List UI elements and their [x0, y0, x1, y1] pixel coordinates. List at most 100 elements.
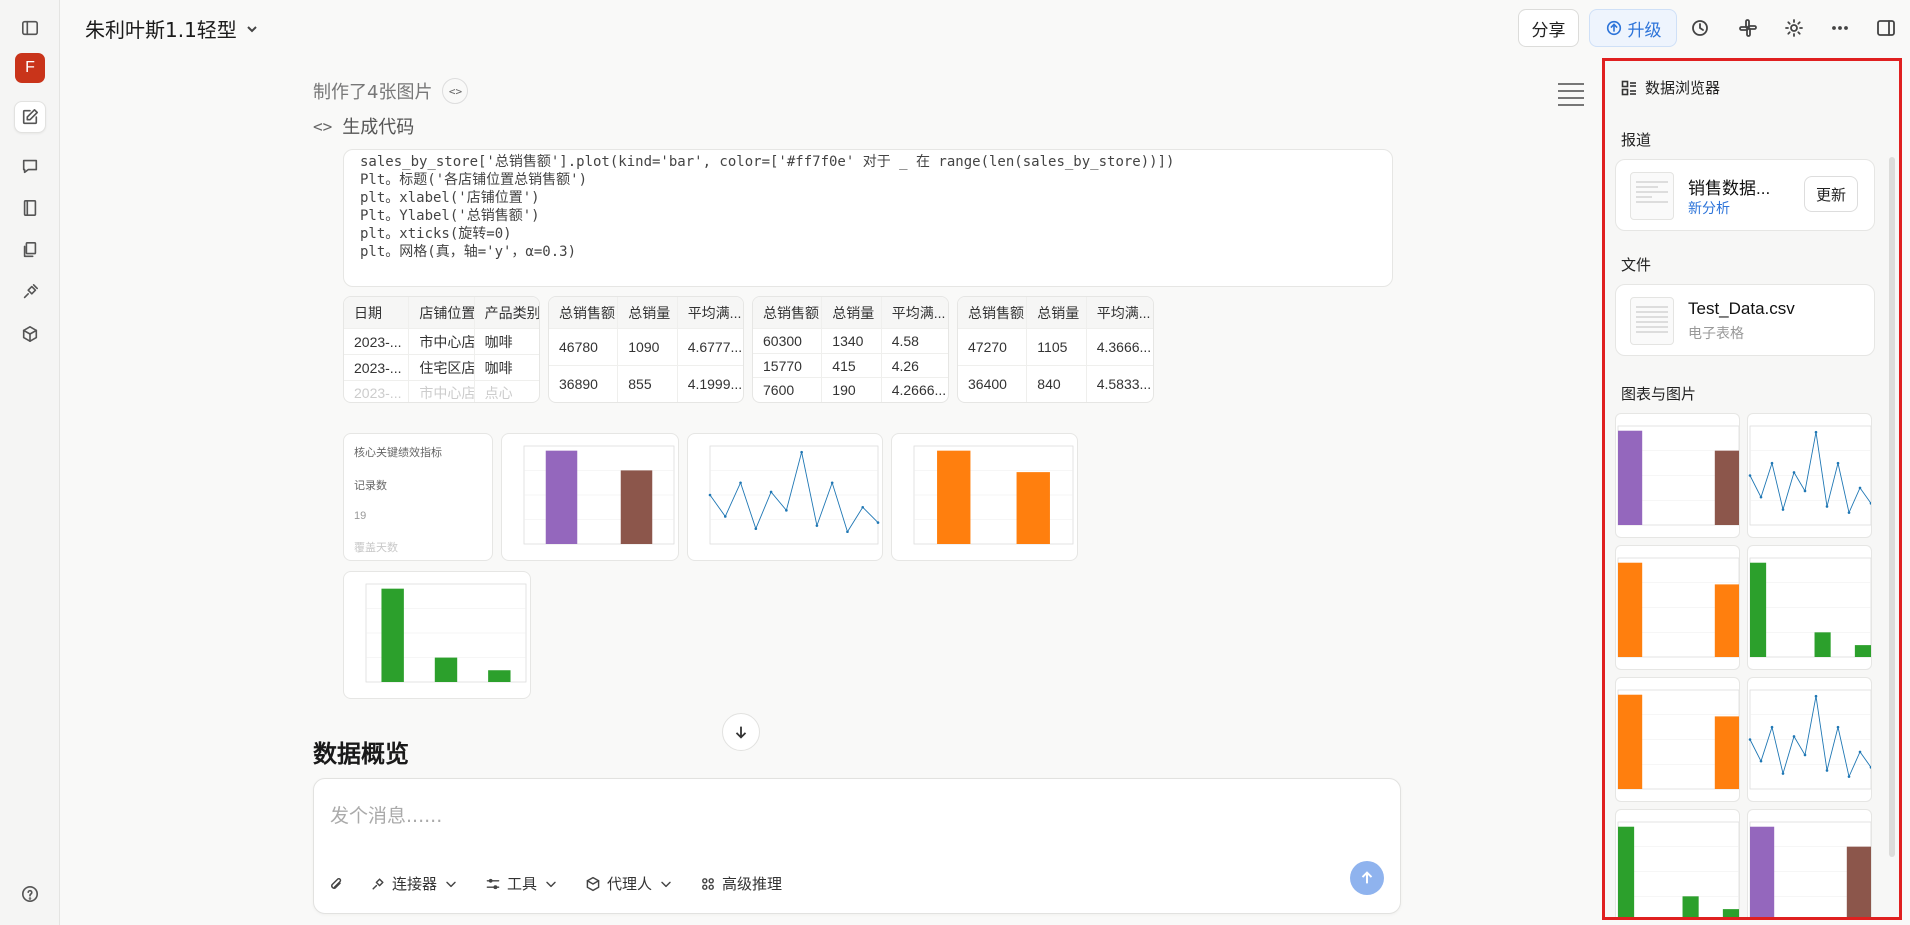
bar	[488, 670, 511, 682]
generate-code-row[interactable]: <> 生成代码	[313, 113, 414, 139]
new-chat-icon[interactable]	[14, 101, 46, 133]
scroll-to-bottom-button[interactable]	[722, 713, 760, 751]
chevron-down-icon	[247, 25, 257, 32]
help-icon[interactable]	[14, 878, 46, 910]
data-point	[1814, 430, 1818, 434]
advanced-reasoning-label: 高级推理	[722, 875, 783, 893]
attach-button[interactable]	[328, 876, 344, 892]
data-point	[1847, 775, 1851, 778]
chart-thumbnail[interactable]	[1747, 413, 1872, 538]
bar	[1750, 562, 1767, 657]
slack-icon[interactable]	[1734, 14, 1762, 42]
kpi-card[interactable]: 核心关键绩效指标 记录数 19 覆盖天数	[343, 433, 493, 561]
more-options-icon[interactable]	[1826, 14, 1854, 42]
table-cell: 1090	[618, 329, 678, 365]
data-table-preview[interactable]: 总销售额 总销量 平均满... 60300 1340 4.58 15770 41…	[752, 296, 949, 403]
table-cell: 190	[822, 378, 882, 402]
data-table-preview[interactable]: 日期 店铺位置 产品类别 2023-... 市中心店 咖啡 2023-... 住…	[343, 296, 540, 403]
table-cell: 2023-...	[344, 329, 410, 354]
charts-section-label: 图表与图片	[1621, 385, 1697, 403]
data-point	[1803, 753, 1807, 757]
toggle-right-panel-icon[interactable]	[1872, 14, 1900, 42]
images-made-row: 制作了4张图片 <>	[313, 78, 469, 104]
chart-thumbnail[interactable]	[1747, 545, 1872, 670]
generate-code-label: 生成代码	[342, 117, 415, 138]
data-point	[830, 481, 834, 485]
table-cell: 855	[618, 366, 678, 402]
table-cell: 7600	[753, 378, 823, 402]
advanced-reasoning-toggle[interactable]: 高级推理	[700, 873, 782, 894]
arrow-up-icon	[1361, 871, 1373, 884]
data-point	[1825, 769, 1829, 772]
chat-title-dropdown[interactable]: 朱利叶斯1.1轻型	[85, 14, 259, 43]
data-point	[769, 490, 773, 494]
upgrade-button[interactable]: 升级	[1589, 9, 1677, 47]
update-button[interactable]: 更新	[1804, 176, 1858, 212]
tools-dropdown[interactable]: 工具	[485, 873, 559, 894]
data-table-preview[interactable]: 总销售额 总销量 平均满... 46780 1090 4.6777... 368…	[548, 296, 744, 403]
bar	[1714, 716, 1739, 789]
reports-section-label: 报道	[1621, 131, 1652, 149]
message-input[interactable]: 发个消息......	[330, 801, 442, 828]
data-table-preview[interactable]: 总销售额 总销量 平均满... 47270 1105 4.3666... 364…	[957, 296, 1154, 403]
avatar[interactable]: F	[15, 53, 45, 83]
chart-card[interactable]	[343, 571, 531, 699]
send-button[interactable]	[1350, 861, 1384, 895]
code-toggle-icon[interactable]: <>	[442, 78, 469, 104]
paperclip-icon	[331, 877, 342, 889]
notebook-icon[interactable]	[14, 192, 46, 224]
table-of-contents-icon[interactable]	[1558, 78, 1584, 106]
message-composer[interactable]: 发个消息...... 连接器 工具 代理人 高级推理	[313, 778, 1401, 914]
bar	[1618, 826, 1635, 917]
sliders-icon	[486, 878, 500, 889]
report-item[interactable]: 销售数据... 新分析 更新	[1615, 159, 1875, 231]
connectors-icon[interactable]	[14, 276, 46, 308]
panel-scrollbar[interactable]	[1889, 157, 1895, 857]
report-name: 销售数据...	[1688, 179, 1771, 198]
file-item[interactable]: Test_Data.csv 电子表格	[1615, 284, 1875, 356]
bar	[1814, 632, 1831, 657]
code-brackets-icon: <>	[313, 116, 333, 136]
connectors-dropdown[interactable]: 连接器	[370, 873, 459, 894]
table-cell: 市中心店	[409, 381, 475, 402]
chart-thumbnail[interactable]	[1747, 677, 1872, 802]
bar	[545, 450, 578, 544]
table-cell: 60300	[753, 329, 823, 353]
chart-card[interactable]	[891, 433, 1078, 561]
chart-thumbnail[interactable]	[1615, 809, 1740, 917]
chart-thumbnail[interactable]	[1615, 677, 1740, 802]
chart-card[interactable]	[687, 433, 883, 561]
agents-cube-icon[interactable]	[14, 318, 46, 350]
table-cell: 840	[1027, 366, 1087, 402]
app-window: F 朱利叶斯1.1轻型 分享 升级 制作了4张图片 <> <> 生成代码 sal…	[0, 0, 1910, 925]
bar-chart	[365, 583, 527, 683]
kpi-value: 19	[354, 510, 367, 522]
chart-thumbnail[interactable]	[1615, 545, 1740, 670]
settings-gear-icon[interactable]	[1780, 14, 1808, 42]
code-line: plt。网格(真，轴='y'，α=0.3)	[360, 244, 577, 260]
table-header: 店铺位置	[409, 297, 475, 328]
series-line	[709, 452, 879, 533]
code-line: Plt。标题('各店铺位置总销售额')	[360, 172, 588, 188]
toggle-sidebar-icon[interactable]	[14, 12, 46, 44]
table-header: 平均满...	[677, 297, 743, 328]
files-icon[interactable]	[14, 234, 46, 266]
bar	[1682, 896, 1699, 917]
line-chart-thumb	[1748, 425, 1871, 526]
chevron-down-icon	[546, 881, 556, 887]
upgrade-icon	[1606, 20, 1621, 36]
chart-card[interactable]	[501, 433, 679, 561]
chart-thumbnail[interactable]	[1747, 809, 1872, 917]
plot-area	[1617, 821, 1739, 917]
table-cell: 2023-...	[344, 355, 410, 380]
upgrade-label: 升级	[1627, 20, 1662, 41]
chevron-down-icon	[446, 881, 456, 887]
share-button[interactable]: 分享	[1518, 9, 1579, 47]
history-icon[interactable]	[1686, 14, 1714, 42]
bar	[620, 470, 653, 544]
chat-icon[interactable]	[14, 150, 46, 182]
kpi-title: 核心关键绩效指标	[354, 447, 442, 459]
agents-dropdown[interactable]: 代理人	[585, 873, 674, 894]
bar-chart-thumb	[1749, 821, 1871, 917]
chart-thumbnail[interactable]	[1615, 413, 1740, 538]
